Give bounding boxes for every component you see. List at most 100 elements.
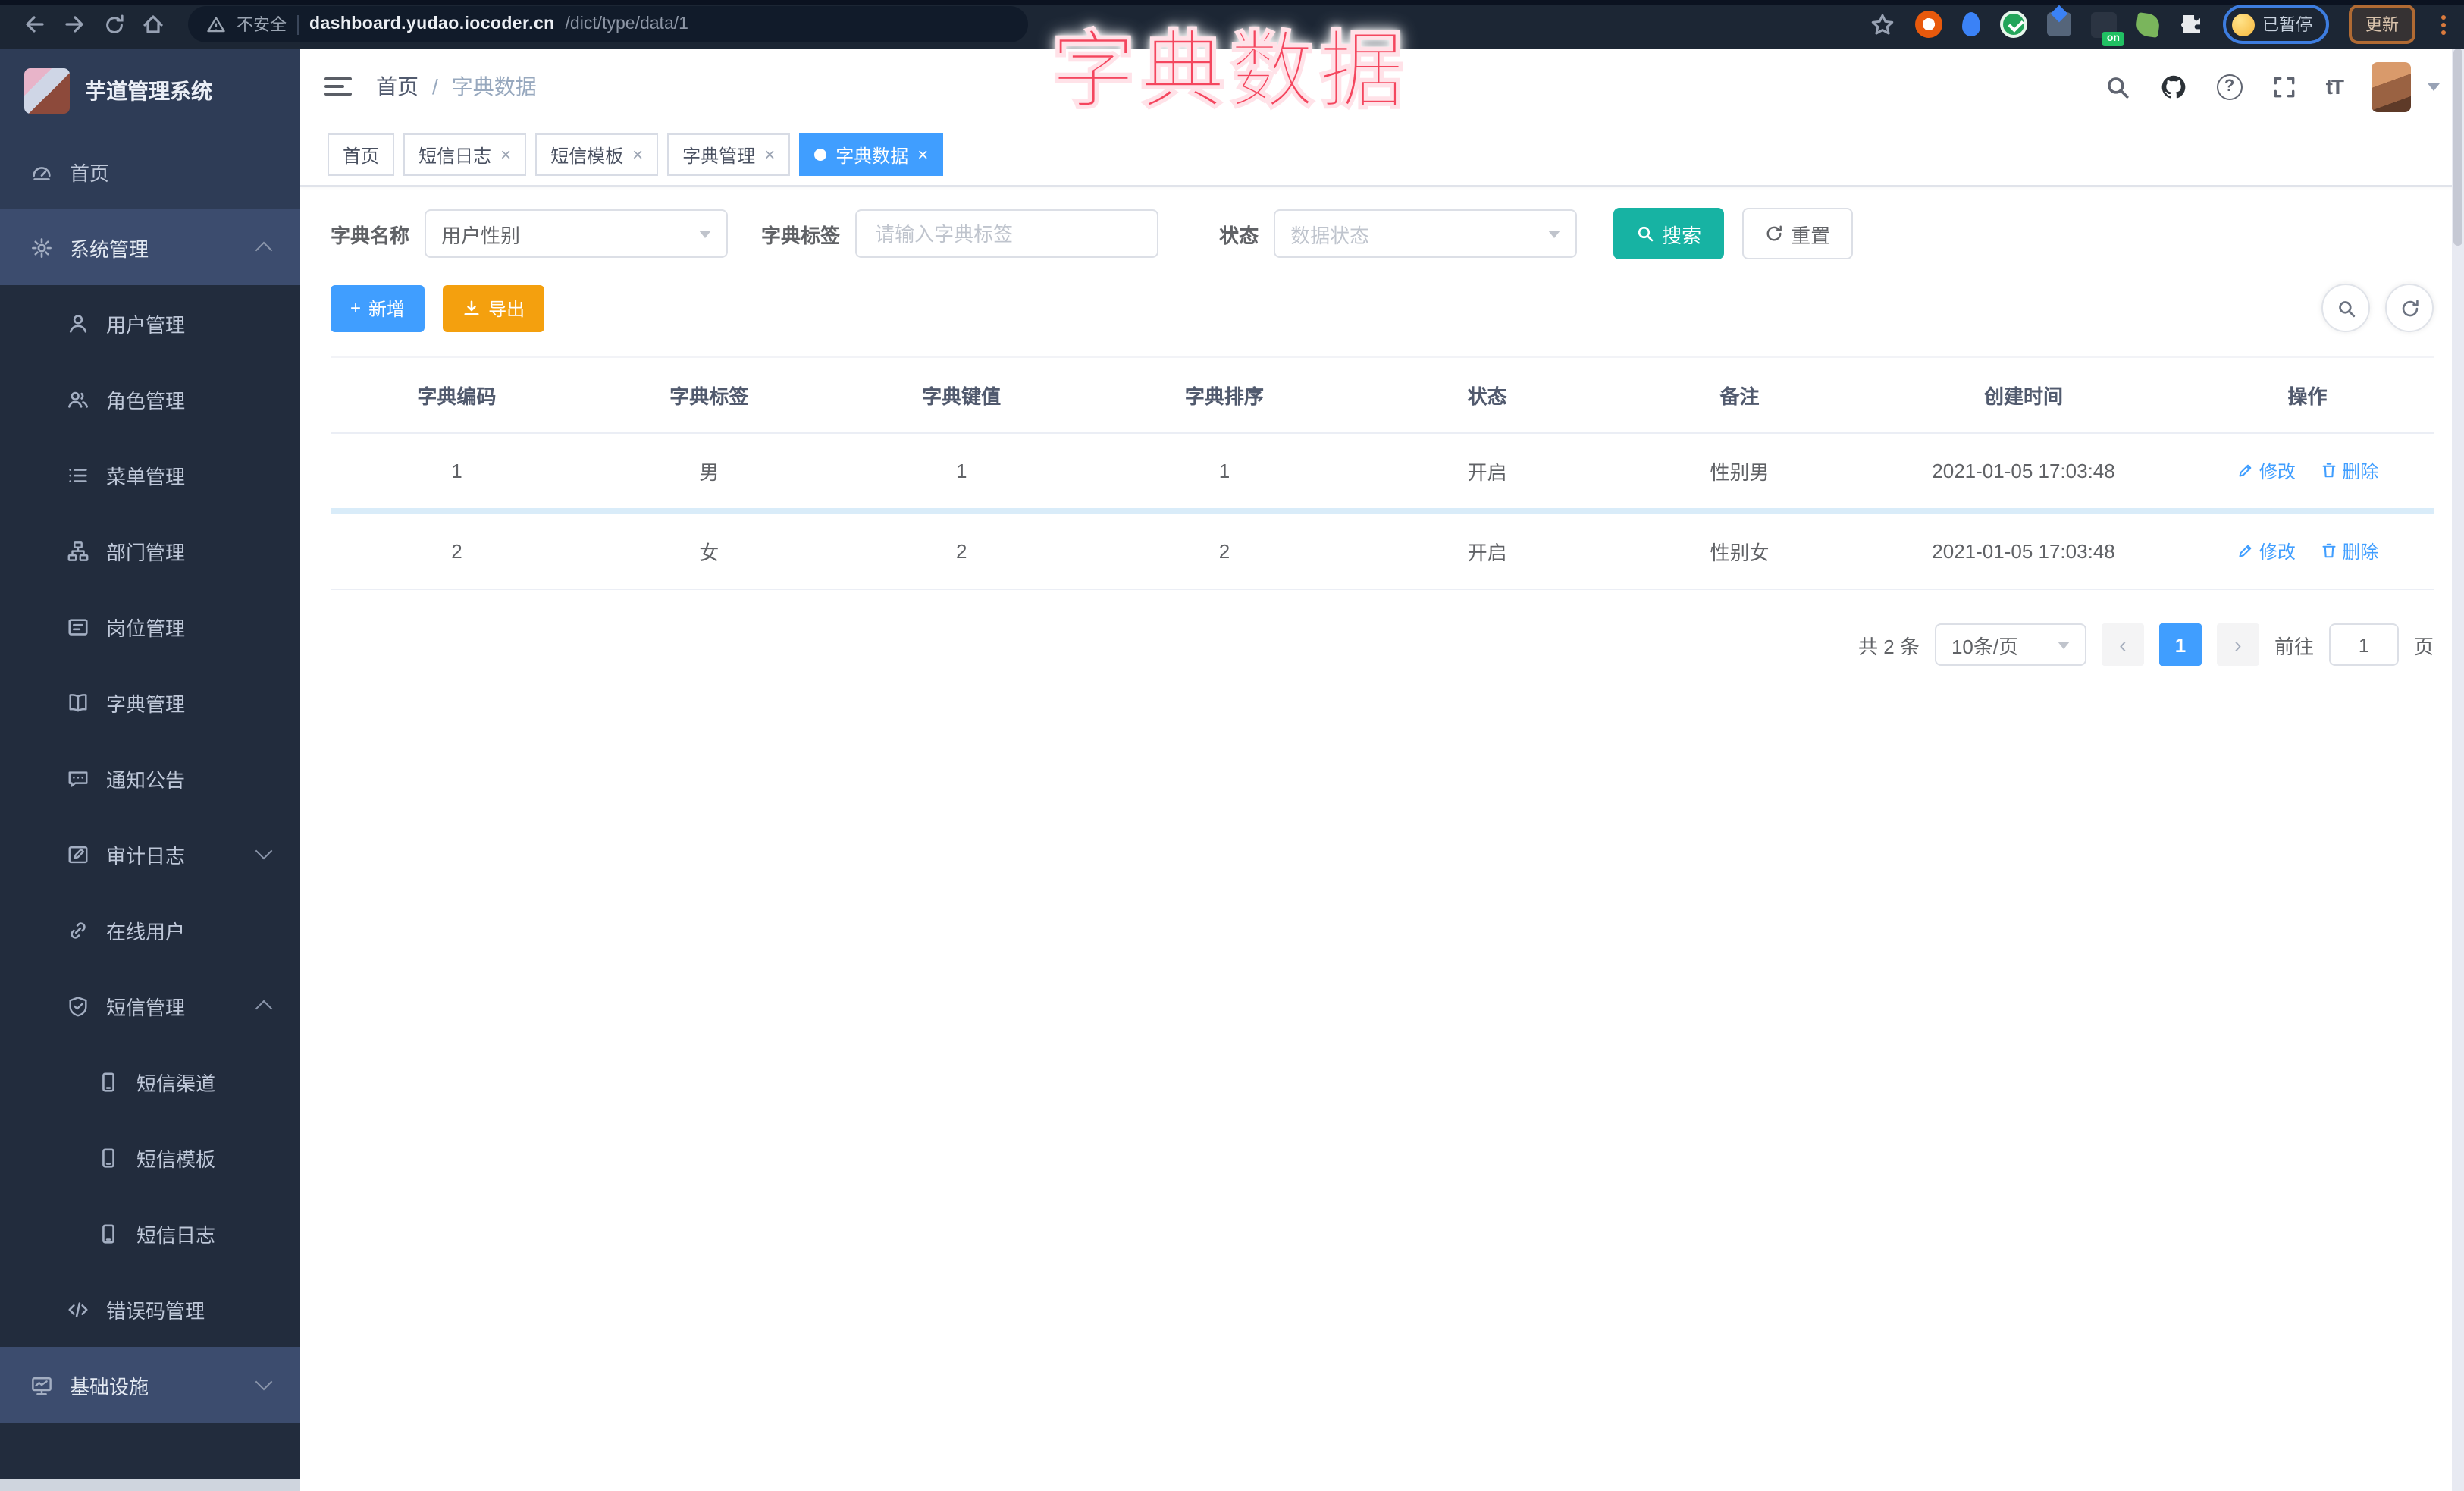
goto-page-input[interactable] — [2330, 632, 2397, 658]
delete-link[interactable]: 删除 — [2319, 538, 2378, 564]
tab-close-icon[interactable]: × — [917, 146, 928, 164]
security-warning-label: 不安全 — [237, 17, 287, 35]
extension-icon-green-check[interactable] — [2000, 11, 2027, 38]
extension-icon-slate-diamond[interactable] — [2047, 12, 2071, 36]
toggle-search-button[interactable] — [2321, 284, 2370, 332]
extension-on-badge: on — [2102, 31, 2124, 45]
sidebar-item-menu-management[interactable]: 菜单管理 — [0, 437, 300, 513]
sidebar-item-sms-management[interactable]: 短信管理 — [0, 968, 300, 1044]
sidebar-item-department-management[interactable]: 部门管理 — [0, 513, 300, 589]
edit-link[interactable]: 修改 — [2237, 538, 2296, 564]
font-size-icon[interactable]: tT — [2326, 74, 2344, 99]
table-row: 2 女 2 2 开启 性别女 2021-01-05 17:03:48 修改 删除 — [331, 511, 2434, 590]
page-size-value: 10条/页 — [1951, 635, 2019, 658]
tab-sms-log[interactable]: 短信日志 × — [403, 133, 527, 176]
extension-icon-dark[interactable]: on — [2091, 11, 2124, 45]
reset-button[interactable]: 重置 — [1742, 208, 1854, 259]
search-button[interactable]: 搜索 — [1613, 208, 1725, 259]
breadcrumb-home[interactable]: 首页 — [376, 71, 419, 102]
sidebar-item-error-code-management[interactable]: 错误码管理 — [0, 1271, 300, 1347]
github-icon[interactable] — [2159, 72, 2188, 101]
cell-value: 2 — [835, 511, 1088, 590]
next-page-button[interactable]: › — [2216, 623, 2259, 666]
extension-icon-green-leaf[interactable] — [2135, 11, 2161, 37]
edit-link[interactable]: 修改 — [2237, 458, 2296, 484]
dict-label-input[interactable] — [872, 221, 1143, 246]
refresh-table-button[interactable] — [2385, 284, 2434, 332]
table-toolbar: + 新增 导出 — [331, 284, 2434, 332]
sidebar-item-home[interactable]: 首页 — [0, 133, 300, 209]
refresh-icon — [2400, 298, 2419, 318]
delete-link[interactable]: 删除 — [2319, 458, 2378, 484]
user-avatar[interactable] — [2372, 61, 2411, 111]
chevron-up-icon — [255, 241, 273, 259]
tab-sms-template[interactable]: 短信模板 × — [535, 133, 659, 176]
sidebar-item-online-users[interactable]: 在线用户 — [0, 892, 300, 968]
sidebar-item-role-management[interactable]: 角色管理 — [0, 361, 300, 437]
delete-label: 删除 — [2342, 460, 2379, 482]
extensions-puzzle-icon[interactable] — [2179, 12, 2203, 36]
sidebar-label: 角色管理 — [106, 389, 186, 412]
sidebar-item-infrastructure[interactable]: 基础设施 — [0, 1347, 300, 1423]
profile-paused-badge[interactable]: 已暂停 — [2223, 5, 2329, 44]
sidebar-item-post-management[interactable]: 岗位管理 — [0, 589, 300, 664]
status-label: 状态 — [1219, 224, 1259, 246]
pagination-total: 共 2 条 — [1858, 635, 1920, 658]
export-button[interactable]: 导出 — [443, 284, 545, 331]
edit-label: 修改 — [2259, 541, 2296, 563]
sidebar-item-dict-management[interactable]: 字典管理 — [0, 664, 300, 740]
extension-icon-blue-drop[interactable] — [1962, 12, 1980, 36]
current-page-button[interactable]: 1 — [2158, 623, 2202, 666]
sidebar-item-notice[interactable]: 通知公告 — [0, 740, 300, 816]
paused-label: 已暂停 — [2262, 17, 2312, 35]
select-caret-down-icon — [2057, 642, 2070, 655]
security-warning-icon — [206, 14, 226, 34]
browser-reload-button[interactable] — [94, 5, 133, 44]
add-button[interactable]: + 新增 — [331, 284, 425, 331]
scrollbar-thumb[interactable] — [2453, 49, 2462, 246]
avatar-caret-down-icon[interactable] — [2428, 83, 2440, 96]
dict-name-select[interactable]: 用户性别 — [425, 209, 729, 258]
sidebar-item-sms-log[interactable]: 短信日志 — [0, 1195, 300, 1271]
add-button-label: 新增 — [368, 298, 406, 319]
cell-status: 开启 — [1361, 511, 1614, 590]
browser-update-button[interactable]: 更新 — [2349, 5, 2415, 44]
sidebar-logo[interactable]: 芋道管理系统 — [0, 49, 300, 133]
page-size-select[interactable]: 10条/页 — [1934, 623, 2086, 666]
tab-dict-management[interactable]: 字典管理 × — [667, 133, 791, 176]
cell-actions: 修改 删除 — [2181, 511, 2434, 590]
sidebar-item-system-management[interactable]: 系统管理 — [0, 209, 300, 285]
sidebar-item-audit-log[interactable]: 审计日志 — [0, 816, 300, 892]
browser-menu-kebab-icon[interactable] — [2441, 14, 2446, 34]
tab-dict-data-active[interactable]: 字典数据 × — [799, 133, 944, 176]
sidebar-item-sms-channel[interactable]: 短信渠道 — [0, 1044, 300, 1119]
bookmark-star-icon[interactable] — [1870, 11, 1895, 37]
tab-label: 首页 — [343, 145, 380, 166]
header-search-icon[interactable] — [2105, 74, 2130, 99]
browser-back-button[interactable] — [15, 5, 55, 44]
omnibox-divider — [297, 14, 299, 34]
page-scrollbar[interactable] — [2452, 49, 2464, 1491]
sidebar-item-sms-template[interactable]: 短信模板 — [0, 1119, 300, 1195]
export-button-label: 导出 — [488, 298, 525, 319]
status-select[interactable]: 数据状态 — [1274, 209, 1578, 258]
cell-value: 1 — [835, 433, 1088, 514]
tab-close-icon[interactable]: × — [764, 146, 775, 164]
address-bar[interactable]: 不安全 dashboard.yudao.iocoder.cn /dict/typ… — [188, 6, 1028, 42]
prev-page-button[interactable]: ‹ — [2101, 623, 2144, 666]
update-label: 更新 — [2365, 17, 2399, 35]
search-icon — [1636, 224, 1654, 243]
help-icon[interactable]: ? — [2216, 74, 2243, 99]
tab-close-icon[interactable]: × — [500, 146, 511, 164]
browser-forward-button[interactable] — [55, 5, 94, 44]
hamburger-icon[interactable] — [324, 77, 352, 96]
tab-close-icon[interactable]: × — [632, 146, 643, 164]
main-area: 首页 / 字典数据 ? tT 首页 短信日志 × 短信模板 × 字典管理 × 字… — [300, 49, 2464, 1491]
sidebar-item-user-management[interactable]: 用户管理 — [0, 285, 300, 361]
extension-icon-orange-ring[interactable] — [1915, 11, 1942, 38]
screen: 不安全 dashboard.yudao.iocoder.cn /dict/typ… — [0, 0, 2464, 1491]
browser-home-button[interactable] — [133, 5, 173, 44]
tab-home[interactable]: 首页 — [328, 133, 395, 176]
fullscreen-icon[interactable] — [2271, 74, 2297, 99]
sidebar-label: 在线用户 — [106, 920, 186, 943]
